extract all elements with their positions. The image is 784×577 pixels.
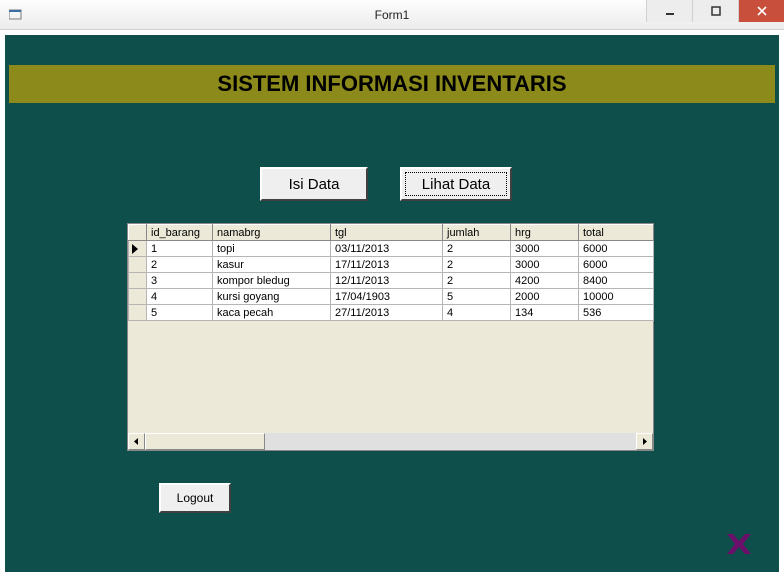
row-header [129,305,147,321]
cell-total[interactable]: 536 [579,305,654,321]
cell-total[interactable]: 6000 [579,241,654,257]
cell-nama[interactable]: topi [213,241,331,257]
logout-label: Logout [177,491,214,505]
cell-hrg[interactable]: 4200 [511,273,579,289]
horizontal-scrollbar[interactable] [128,433,653,450]
close-button[interactable] [738,0,784,22]
cell-nama[interactable]: kasur [213,257,331,273]
scroll-track[interactable] [145,433,636,450]
cell-jumlah[interactable]: 2 [443,257,511,273]
isi-data-label: Isi Data [289,176,340,193]
cell-nama[interactable]: kaca pecah [213,305,331,321]
col-id-barang[interactable]: id_barang [147,225,213,241]
row-indicator-icon [129,241,147,257]
row-header [129,273,147,289]
data-table: id_barang namabrg tgl jumlah hrg total 1… [128,224,654,321]
page-title-banner: SISTEM INFORMASI INVENTARIS [9,65,775,103]
cell-tgl[interactable]: 03/11/2013 [331,241,443,257]
table-row[interactable]: 2 kasur 17/11/2013 2 3000 6000 [129,257,654,273]
lihat-data-label: Lihat Data [422,176,490,193]
row-header [129,289,147,305]
lihat-data-button[interactable]: Lihat Data [400,167,512,201]
scroll-left-button[interactable] [128,433,145,450]
minimize-button[interactable] [646,0,692,22]
col-hrg[interactable]: hrg [511,225,579,241]
cell-total[interactable]: 8400 [579,273,654,289]
col-jumlah[interactable]: jumlah [443,225,511,241]
cell-tgl[interactable]: 12/11/2013 [331,273,443,289]
cell-id[interactable]: 2 [147,257,213,273]
cell-id[interactable]: 1 [147,241,213,257]
isi-data-button[interactable]: Isi Data [260,167,368,201]
cell-tgl[interactable]: 27/11/2013 [331,305,443,321]
cell-hrg[interactable]: 3000 [511,257,579,273]
row-header [129,257,147,273]
cell-id[interactable]: 4 [147,289,213,305]
cell-total[interactable]: 6000 [579,257,654,273]
window-controls [646,0,784,30]
scroll-thumb[interactable] [145,433,265,450]
table-row[interactable]: 1 topi 03/11/2013 2 3000 6000 [129,241,654,257]
cell-id[interactable]: 3 [147,273,213,289]
cell-hrg[interactable]: 134 [511,305,579,321]
maximize-button[interactable] [692,0,738,22]
cell-total[interactable]: 10000 [579,289,654,305]
col-namabrg[interactable]: namabrg [213,225,331,241]
cell-id[interactable]: 5 [147,305,213,321]
window-titlebar: Form1 [0,0,784,30]
col-tgl[interactable]: tgl [331,225,443,241]
cell-jumlah[interactable]: 2 [443,273,511,289]
cell-tgl[interactable]: 17/11/2013 [331,257,443,273]
close-x-icon[interactable] [721,526,757,562]
cell-nama[interactable]: kursi goyang [213,289,331,305]
cell-nama[interactable]: kompor bledug [213,273,331,289]
cell-hrg[interactable]: 2000 [511,289,579,305]
table-row[interactable]: 4 kursi goyang 17/04/1903 5 2000 10000 [129,289,654,305]
cell-jumlah[interactable]: 4 [443,305,511,321]
form-background: SISTEM INFORMASI INVENTARIS Isi Data Lih… [5,35,779,572]
page-title: SISTEM INFORMASI INVENTARIS [217,71,566,97]
table-row[interactable]: 5 kaca pecah 27/11/2013 4 134 536 [129,305,654,321]
scroll-right-button[interactable] [636,433,653,450]
col-total[interactable]: total [579,225,654,241]
data-grid[interactable]: id_barang namabrg tgl jumlah hrg total 1… [127,223,654,451]
table-row[interactable]: 3 kompor bledug 12/11/2013 2 4200 8400 [129,273,654,289]
cell-hrg[interactable]: 3000 [511,241,579,257]
cell-tgl[interactable]: 17/04/1903 [331,289,443,305]
logout-button[interactable]: Logout [159,483,231,513]
table-header-row: id_barang namabrg tgl jumlah hrg total [129,225,654,241]
row-header-corner [129,225,147,241]
cell-jumlah[interactable]: 5 [443,289,511,305]
cell-jumlah[interactable]: 2 [443,241,511,257]
